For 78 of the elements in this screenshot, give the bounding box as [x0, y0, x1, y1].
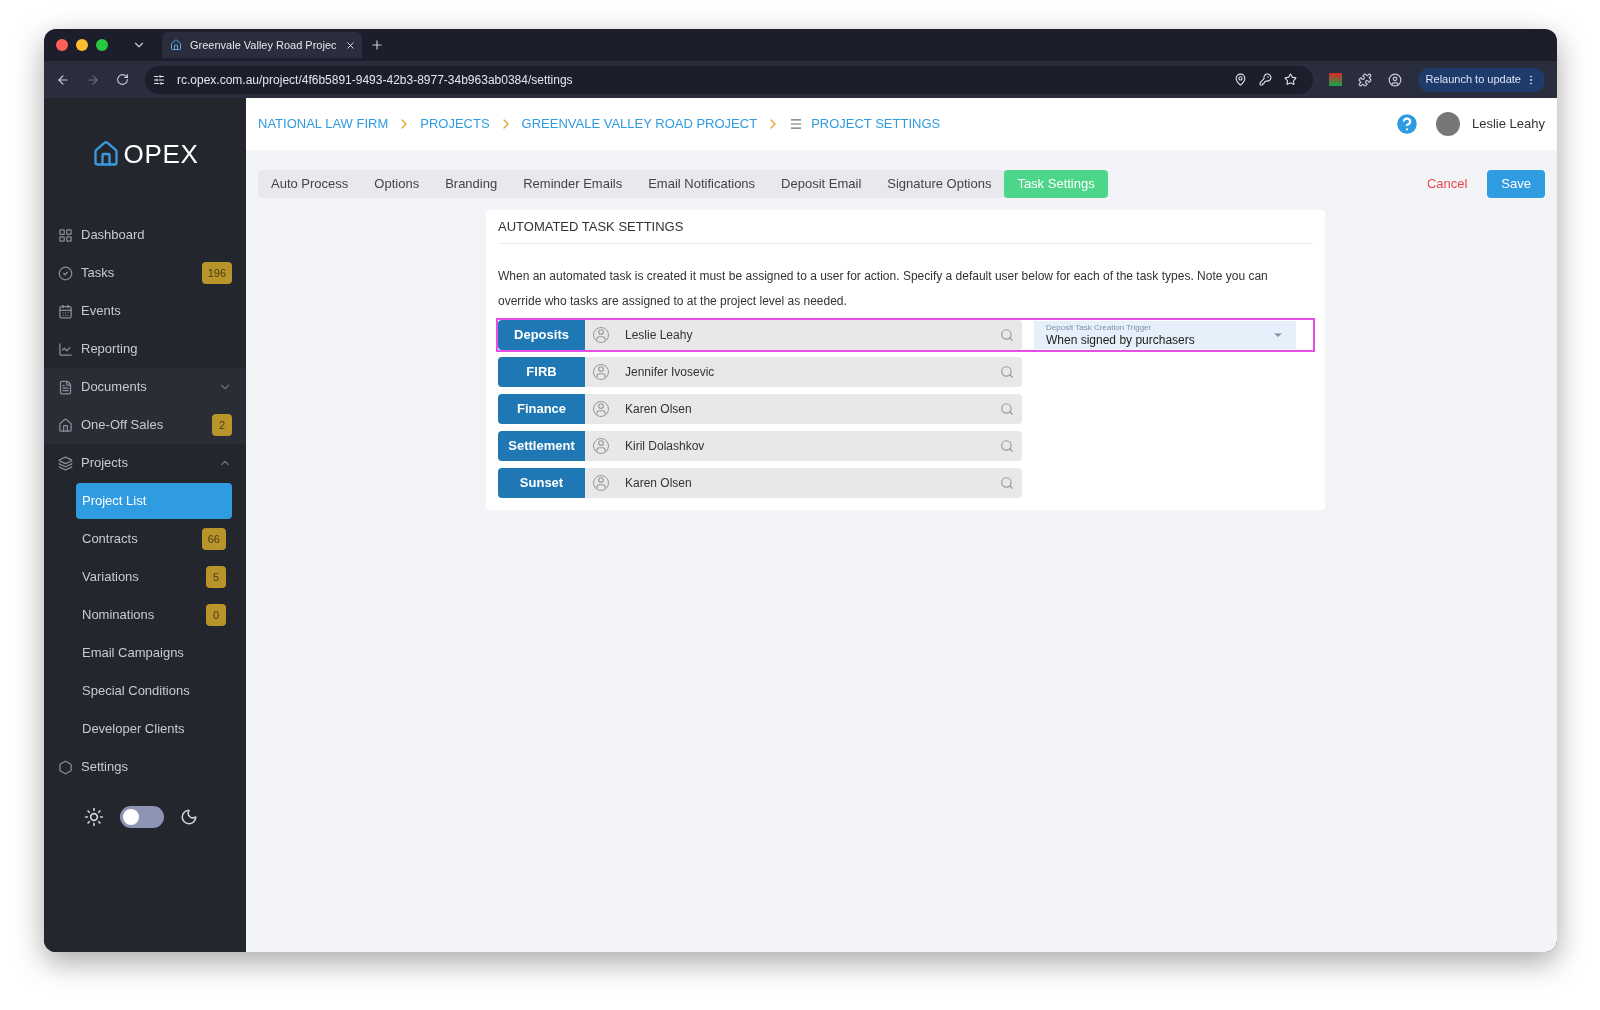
task-type-label: FIRB — [498, 357, 585, 387]
close-icon[interactable] — [344, 39, 356, 51]
extensions-icon[interactable] — [1357, 72, 1372, 87]
user-name: Leslie Leahy — [1472, 115, 1545, 134]
moon-icon — [180, 808, 198, 826]
settings-tab[interactable]: Options — [361, 170, 433, 198]
help-icon[interactable] — [1394, 111, 1420, 137]
settings-tab[interactable]: Signature Options — [874, 170, 1005, 198]
extension-icon[interactable] — [1328, 73, 1342, 86]
site-settings-icon[interactable] — [153, 73, 165, 86]
nav-item[interactable]: Events — [44, 292, 246, 330]
user-icon — [593, 475, 609, 491]
task-type-label: Finance — [498, 394, 585, 424]
count-badge: 66 — [201, 527, 226, 551]
logo-icon — [91, 140, 120, 168]
nav-item[interactable]: Projects — [44, 444, 246, 482]
nav-item[interactable]: Reporting — [44, 330, 246, 368]
description-text: When an automated task is created it must be assigned to a user for action. Specify a default user below for each of the task types. Note you can override who tasks are assigned to at the project level as needed. — [498, 268, 1269, 310]
assignee-field[interactable]: Leslie Leahy — [585, 320, 1022, 350]
nav-subitem[interactable]: Email Campaigns — [76, 635, 232, 671]
sun-icon — [84, 807, 104, 827]
tasks-icon — [58, 265, 73, 281]
user-icon — [593, 327, 609, 343]
count-badge: 0 — [206, 603, 226, 627]
back-icon[interactable] — [56, 72, 70, 87]
nav-subitem[interactable]: Developer Clients — [76, 711, 232, 747]
nav-item[interactable]: Documents — [44, 368, 246, 406]
assignee-field[interactable]: Karen Olsen — [585, 394, 1022, 424]
sales-icon — [58, 417, 73, 433]
task-type-label: Sunset — [498, 468, 585, 498]
count-badge: 2 — [212, 413, 232, 437]
nav-subitem[interactable]: Variations 5 — [76, 559, 232, 595]
count-badge: 196 — [201, 261, 232, 285]
house-icon — [170, 39, 182, 51]
nav-subitem[interactable]: Nominations 0 — [76, 597, 232, 633]
nav-item[interactable]: Dashboard — [44, 216, 246, 254]
task-type-label: Deposits — [498, 320, 585, 350]
assignee-field[interactable]: Karen Olsen — [585, 468, 1022, 498]
address-bar[interactable]: rc.opex.com.au/project/4f6b5891-9493-42b3-8977-34b963ab0384/settings — [145, 65, 1313, 94]
new-tab-icon[interactable] — [370, 38, 384, 52]
nav-subitem[interactable]: Special Conditions — [76, 673, 232, 709]
settings-tab[interactable]: Reminder Emails — [510, 170, 636, 198]
events-icon — [58, 303, 73, 319]
assignee-field[interactable]: Jennifer Ivosevic — [585, 357, 1022, 387]
forward-icon[interactable] — [86, 72, 100, 87]
cancel-button[interactable]: Cancel — [1414, 174, 1480, 194]
key-icon[interactable] — [1258, 73, 1272, 86]
panel-title: AUTOMATED TASK SETTINGS — [498, 210, 1313, 244]
nav-item[interactable]: One-Off Sales 2 — [44, 406, 246, 444]
user-icon — [593, 401, 609, 417]
nav-item[interactable]: Tasks 196 — [44, 254, 246, 292]
user-avatar[interactable] — [1436, 112, 1460, 136]
settings-tab[interactable]: Auto Process — [258, 170, 362, 198]
theme-toggle[interactable] — [120, 806, 164, 828]
dashboard-icon — [58, 227, 73, 243]
menu-icon — [789, 117, 804, 131]
settings-tab[interactable]: Email Notifications — [635, 170, 769, 198]
user-icon — [593, 438, 609, 454]
settings-icon — [58, 759, 73, 775]
assignee-field[interactable]: Kiril Dolashkov — [585, 431, 1022, 461]
projects-icon — [58, 455, 73, 471]
settings-tab[interactable]: Deposit Email — [768, 170, 875, 198]
count-badge: 5 — [206, 565, 226, 589]
relaunch-button[interactable]: Relaunch to update — [1417, 67, 1545, 92]
logo-text: OPEX — [123, 137, 199, 171]
documents-icon — [58, 379, 73, 395]
star-icon[interactable] — [1283, 73, 1297, 86]
reporting-icon — [58, 341, 73, 357]
profile-icon[interactable] — [1387, 72, 1402, 87]
user-icon — [593, 364, 609, 380]
nav-item[interactable]: Settings — [44, 748, 246, 786]
settings-tab[interactable]: Branding — [432, 170, 511, 198]
nav-subitem[interactable]: Contracts 66 — [76, 521, 232, 557]
task-type-label: Settlement — [498, 431, 585, 461]
browser-tab[interactable]: Greenvale Valley Road Projec — [162, 32, 362, 58]
reload-icon[interactable] — [116, 73, 129, 86]
location-icon[interactable] — [1233, 73, 1247, 86]
trigger-select[interactable]: Deposit Task Creation Trigger When signed by purchasers — [1034, 321, 1296, 349]
